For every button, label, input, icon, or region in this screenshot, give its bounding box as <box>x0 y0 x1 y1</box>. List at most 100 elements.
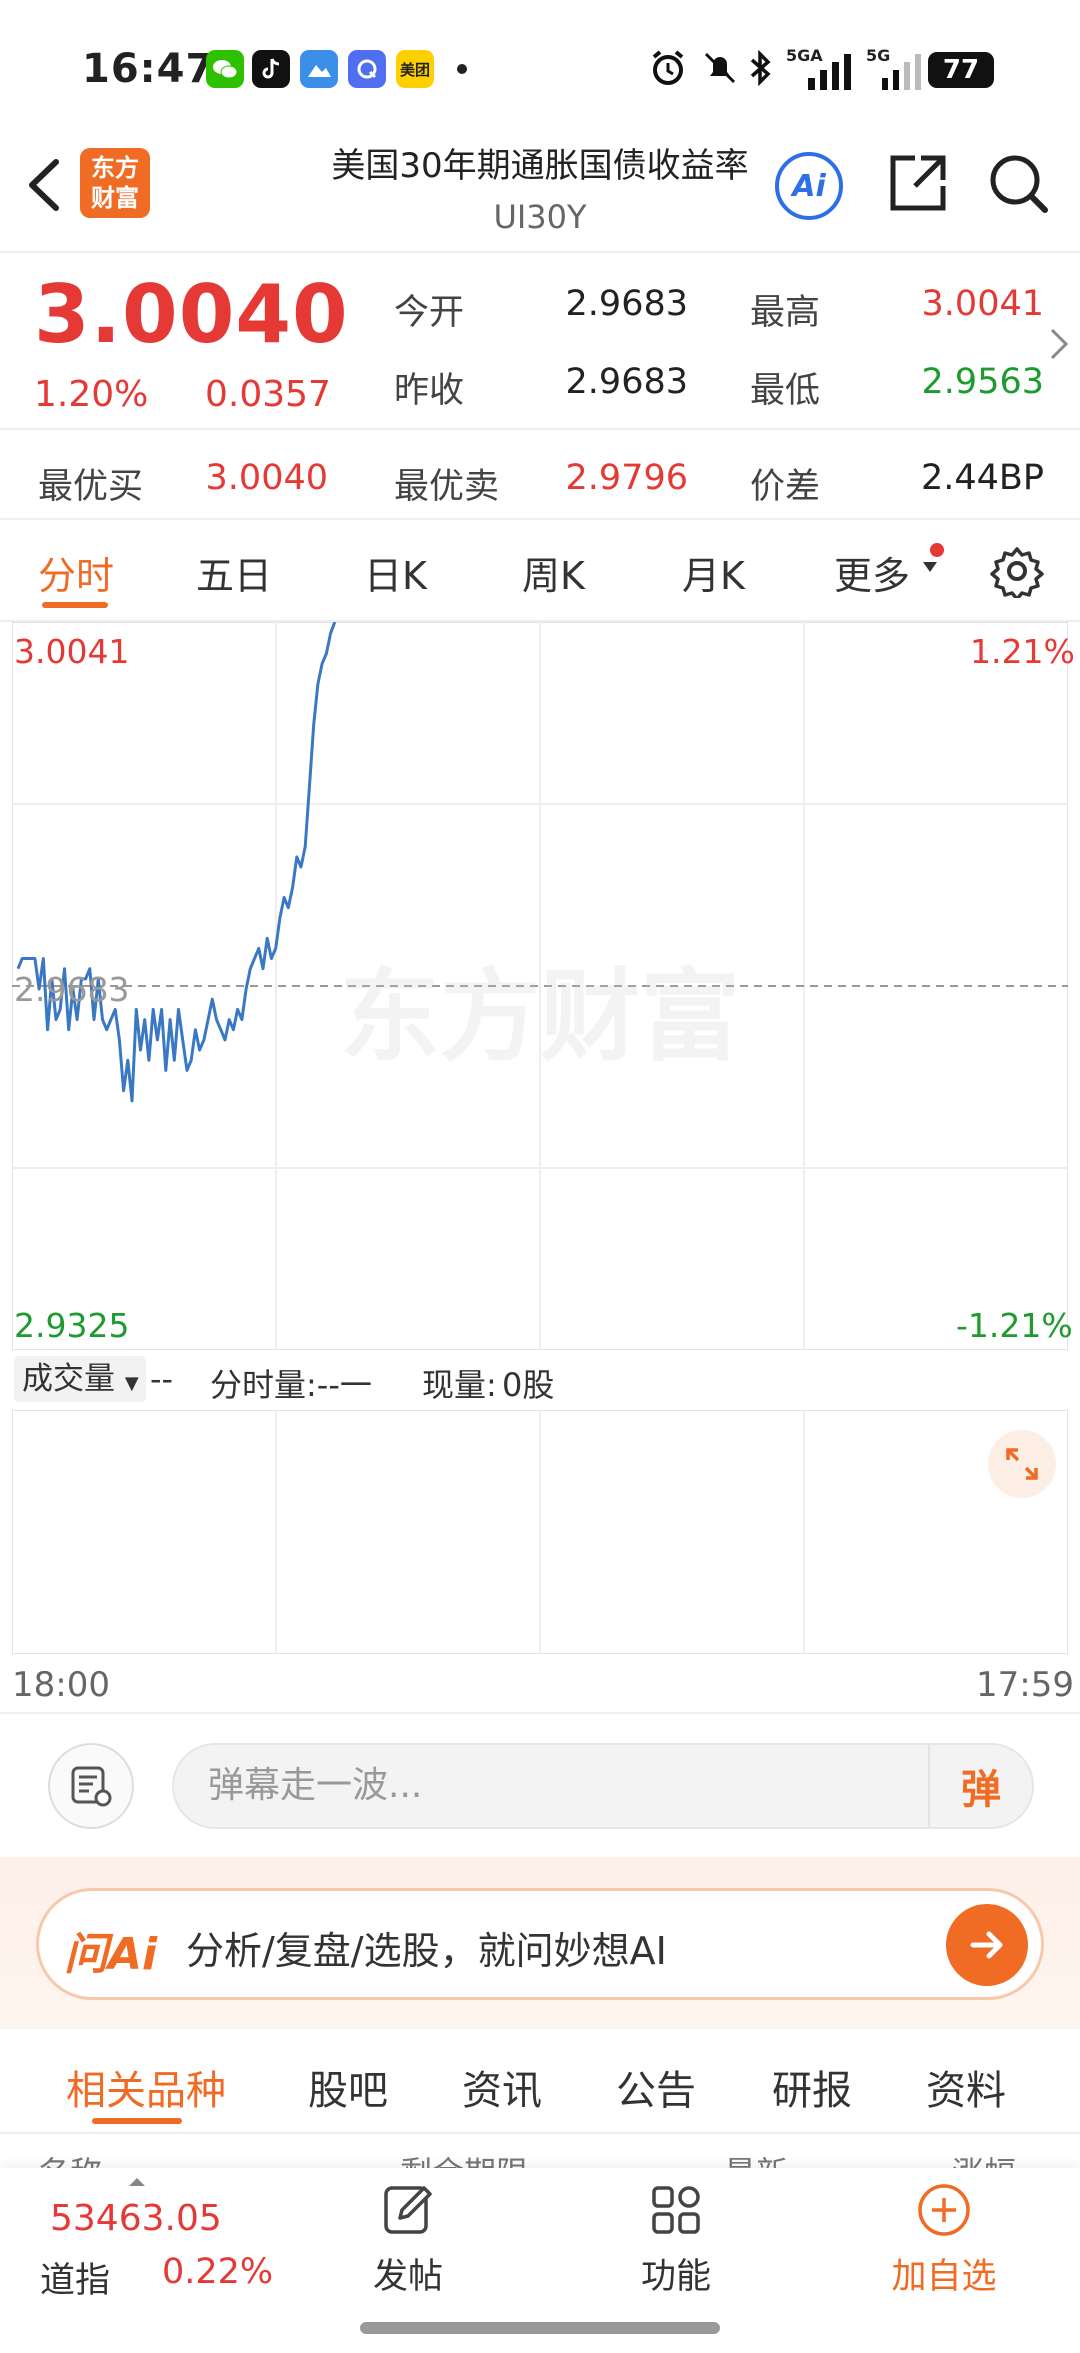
volume-chart[interactable] <box>12 1410 1068 1654</box>
mute-icon <box>700 48 740 92</box>
quark-icon <box>348 50 386 88</box>
home-indicator <box>360 2322 720 2334</box>
edit-post-icon <box>384 2186 432 2234</box>
tab-weekly-k[interactable]: 周K <box>522 545 585 600</box>
bottom-tab-underline <box>92 2118 182 2124</box>
danmaku-input[interactable]: 弹幕走一波... <box>172 1743 1034 1829</box>
volume-caret-icon: ▼ <box>124 1373 139 1394</box>
ai-go-button[interactable] <box>946 1904 1028 1986</box>
security-code: UI30Y <box>493 198 587 236</box>
battery-indicator: 77 <box>928 52 994 88</box>
arrow-right-icon <box>970 1931 1003 1959</box>
nav-divider <box>0 251 1080 253</box>
open-value: 2.9683 <box>565 284 688 324</box>
expand-quote-chevron-icon[interactable] <box>1046 324 1072 368</box>
best-bid-value: 3.0040 <box>205 458 328 498</box>
prev-close-value: 2.9683 <box>565 362 688 402</box>
more-caret-icon <box>922 558 938 577</box>
tab-five-day[interactable]: 五日 <box>196 545 272 600</box>
prev-close-label: 昨收 <box>394 371 465 411</box>
low-value: 2.9563 <box>921 362 1044 402</box>
functions-grid-icon <box>652 2186 700 2234</box>
index-change[interactable]: 0.22% <box>162 2252 273 2292</box>
chart-bottom-divider <box>0 1712 1080 1714</box>
price-series <box>16 622 337 1103</box>
ai-brand-label: 问Ai <box>64 1929 158 1980</box>
tab-monthly-k[interactable]: 月K <box>682 545 745 600</box>
watermark: 东方财富 <box>340 958 740 1075</box>
tab-related[interactable]: 相关品种 <box>66 2058 226 2116</box>
signal-5ga-icon: 5GA <box>786 46 856 90</box>
danmaku-icon <box>71 1766 112 1807</box>
bluetooth-icon <box>748 49 774 90</box>
search-icon[interactable] <box>985 150 1051 220</box>
danmaku-send-button[interactable]: 弹 <box>928 1745 1032 1827</box>
tab-profile[interactable]: 资料 <box>926 2058 1006 2116</box>
high-value: 3.0041 <box>921 284 1044 324</box>
ai-button[interactable]: Ai <box>775 152 843 220</box>
tab-research[interactable]: 研报 <box>772 2058 852 2116</box>
page-title: 美国30年期通胀国债收益率 <box>331 146 749 186</box>
spread-label: 价差 <box>750 467 821 507</box>
add-circle-icon <box>918 2184 970 2236</box>
add-watchlist-button[interactable]: 加自选 <box>874 2180 1014 2299</box>
tab-news[interactable]: 资讯 <box>462 2058 542 2116</box>
post-button[interactable]: 发帖 <box>338 2180 478 2299</box>
functions-label: 功能 <box>640 2257 711 2297</box>
open-label: 今开 <box>394 293 465 333</box>
index-name[interactable]: 道指 <box>40 2252 110 2303</box>
logo-line1: 东方 <box>91 154 139 182</box>
now-volume-value: 0股 <box>502 1366 555 1404</box>
index-value[interactable]: 53463.05 <box>50 2198 222 2239</box>
expand-arrows-icon <box>1006 1448 1038 1480</box>
tab-more[interactable]: 更多 <box>834 545 910 600</box>
tab-daily-k[interactable]: 日K <box>364 545 427 600</box>
bottom-tabs-divider <box>0 2132 1080 2134</box>
best-bid-label: 最优买 <box>38 467 144 507</box>
volume-selector[interactable]: 成交量 ▼ <box>14 1356 146 1402</box>
weather-icon <box>300 50 338 88</box>
current-price: 3.0040 <box>34 268 349 361</box>
meituan-icon: 美团 <box>396 50 434 88</box>
tiktok-icon <box>252 50 290 88</box>
tab-intraday[interactable]: 分时 <box>38 545 114 600</box>
volume-selector-label: 成交量 <box>22 1361 115 1397</box>
logo-line2: 财富 <box>91 184 139 212</box>
change-amount: 0.0357 <box>205 374 331 415</box>
status-time: 16:47 <box>82 46 215 92</box>
best-ask-label: 最优卖 <box>394 467 500 507</box>
share-icon[interactable] <box>885 150 951 220</box>
quote-bottom-divider <box>0 518 1080 520</box>
y-axis-top-label: 3.0041 <box>14 632 130 671</box>
status-bar: 16:47 美团 5GA 5G 77 <box>0 0 1080 140</box>
back-button[interactable] <box>22 150 72 220</box>
spread-value: 2.44BP <box>920 458 1044 498</box>
tab-active-underline <box>42 602 108 608</box>
more-badge-dot <box>930 543 944 557</box>
fullscreen-expand-button[interactable] <box>988 1430 1056 1498</box>
functions-button[interactable]: 功能 <box>606 2180 746 2299</box>
best-ask-value: 2.9796 <box>565 458 688 498</box>
settings-gear-icon[interactable] <box>990 544 1044 602</box>
danmaku-settings-button[interactable] <box>48 1743 134 1829</box>
price-line <box>16 622 337 1103</box>
add-watchlist-label: 加自选 <box>891 2257 997 2297</box>
alarm-icon <box>648 48 688 92</box>
app-logo: 东方 财富 <box>80 148 150 218</box>
post-label: 发帖 <box>372 2257 443 2297</box>
low-label: 最低 <box>750 371 821 411</box>
tab-announcements[interactable]: 公告 <box>616 2058 696 2116</box>
wechat-icon <box>206 50 244 88</box>
volume-dash: -- <box>150 1360 174 1398</box>
tab-forum[interactable]: 股吧 <box>308 2058 388 2116</box>
y-axis-bottom-label: 2.9325 <box>14 1306 130 1345</box>
tick-volume-label: 分时量:--一 <box>210 1366 372 1404</box>
quote-divider <box>0 428 1080 430</box>
x-axis-start-label: 18:00 <box>12 1665 110 1705</box>
change-percent: 1.20% <box>34 374 149 415</box>
pct-axis-bottom-label: -1.21% <box>956 1306 1073 1345</box>
y-axis-mid-label: 2.9683 <box>14 970 130 1009</box>
x-axis-end-label: 17:59 <box>976 1665 1074 1705</box>
index-caret-icon <box>128 2172 146 2191</box>
now-volume-label: 现量: <box>422 1366 497 1404</box>
